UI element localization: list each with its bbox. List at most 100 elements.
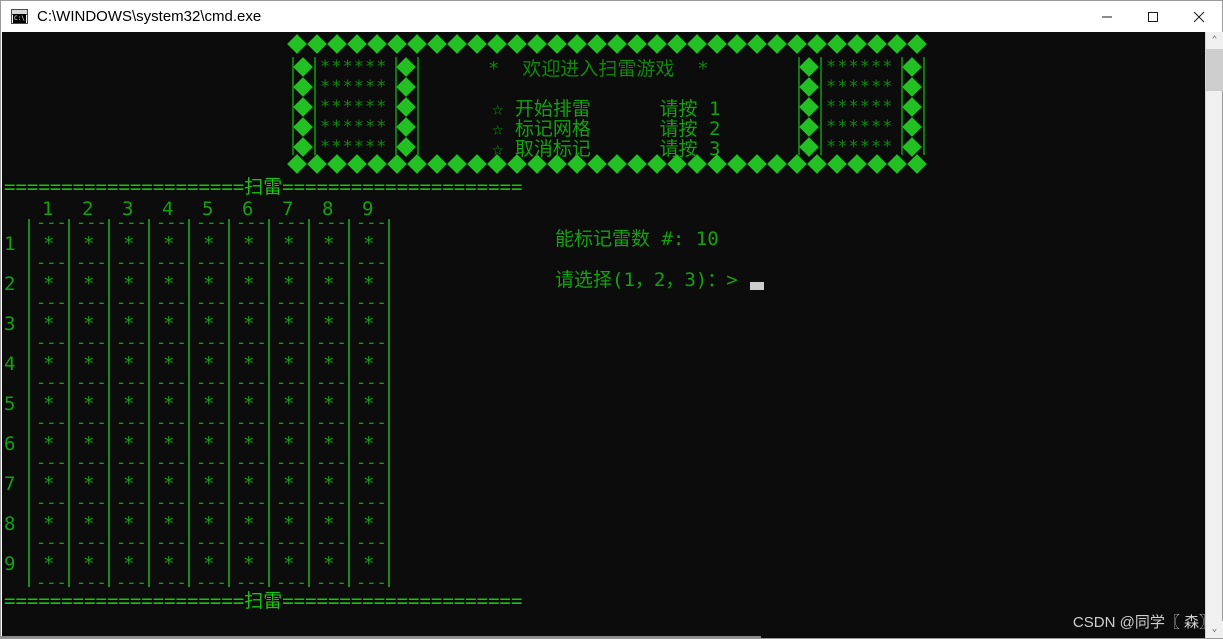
- grid-separator: ---: [356, 213, 387, 233]
- grid-separator: ---: [196, 453, 227, 473]
- grid-cell[interactable]: *: [243, 234, 254, 254]
- grid-cell[interactable]: *: [123, 394, 134, 414]
- grid-cell[interactable]: *: [43, 234, 54, 254]
- grid-cell[interactable]: *: [363, 434, 374, 454]
- grid-cell[interactable]: *: [363, 314, 374, 334]
- grid-cell[interactable]: *: [283, 354, 294, 374]
- vertical-scrollbar[interactable]: ⌃ ⌄: [1205, 32, 1223, 638]
- grid-cell[interactable]: *: [43, 354, 54, 374]
- grid-cell[interactable]: *: [163, 234, 174, 254]
- grid-cell[interactable]: *: [283, 554, 294, 574]
- grid-cell[interactable]: *: [323, 394, 334, 414]
- grid-cell[interactable]: *: [123, 514, 134, 534]
- grid-cell[interactable]: *: [83, 554, 94, 574]
- grid-cell[interactable]: *: [243, 554, 254, 574]
- console-output-area[interactable]: * * * * * * * * * * * * * * * * * * * * * * * * * * * * * * * * * * * * * * * *…: [2, 32, 1206, 638]
- grid-cell[interactable]: *: [43, 274, 54, 294]
- scrollbar-thumb[interactable]: [1206, 49, 1223, 91]
- grid-cell[interactable]: *: [123, 354, 134, 374]
- grid-cell[interactable]: *: [43, 474, 54, 494]
- grid-cell[interactable]: *: [243, 274, 254, 294]
- grid-cell[interactable]: *: [83, 394, 94, 414]
- grid-cell[interactable]: *: [203, 514, 214, 534]
- grid-vertical-line: [148, 219, 150, 587]
- grid-cell[interactable]: *: [283, 394, 294, 414]
- grid-cell[interactable]: *: [163, 314, 174, 334]
- grid-separator: ---: [156, 293, 187, 313]
- maximize-button[interactable]: [1130, 1, 1176, 32]
- grid-cell[interactable]: *: [363, 514, 374, 534]
- grid-cell[interactable]: *: [203, 354, 214, 374]
- grid-cell[interactable]: *: [243, 474, 254, 494]
- grid-cell[interactable]: *: [43, 514, 54, 534]
- menu-option-2[interactable]: ☆ 标记网格 请按 2: [492, 119, 720, 139]
- grid-cell[interactable]: *: [163, 474, 174, 494]
- grid-cell[interactable]: *: [283, 514, 294, 534]
- grid-cell[interactable]: *: [43, 394, 54, 414]
- grid-cell[interactable]: *: [203, 314, 214, 334]
- diamond-icon: [907, 154, 927, 174]
- title-bar[interactable]: C:\WINDOWS\system32\cmd.exe: [1, 1, 1222, 32]
- grid-cell[interactable]: *: [83, 234, 94, 254]
- grid-cell[interactable]: *: [363, 234, 374, 254]
- grid-cell[interactable]: *: [163, 434, 174, 454]
- grid-cell[interactable]: *: [123, 234, 134, 254]
- grid-cell[interactable]: *: [363, 474, 374, 494]
- grid-cell[interactable]: *: [203, 394, 214, 414]
- grid-cell[interactable]: *: [283, 434, 294, 454]
- grid-cell[interactable]: *: [323, 274, 334, 294]
- grid-cell[interactable]: *: [283, 234, 294, 254]
- grid-cell[interactable]: *: [203, 474, 214, 494]
- grid-cell[interactable]: *: [163, 274, 174, 294]
- grid-cell[interactable]: *: [283, 274, 294, 294]
- grid-cell[interactable]: *: [203, 554, 214, 574]
- grid-cell[interactable]: *: [323, 434, 334, 454]
- grid-cell[interactable]: *: [83, 354, 94, 374]
- grid-cell[interactable]: *: [363, 554, 374, 574]
- grid-cell[interactable]: *: [83, 314, 94, 334]
- grid-cell[interactable]: *: [123, 274, 134, 294]
- grid-cell[interactable]: *: [243, 394, 254, 414]
- grid-cell[interactable]: *: [323, 314, 334, 334]
- grid-cell[interactable]: *: [203, 434, 214, 454]
- grid-cell[interactable]: *: [243, 514, 254, 534]
- grid-cell[interactable]: *: [163, 554, 174, 574]
- grid-cell[interactable]: *: [363, 394, 374, 414]
- grid-cell[interactable]: *: [123, 554, 134, 574]
- menu-option-3[interactable]: ☆ 取消标记 请按 3: [492, 139, 720, 159]
- grid-cell[interactable]: *: [83, 274, 94, 294]
- grid-separator: ---: [356, 293, 387, 313]
- grid-cell[interactable]: *: [43, 314, 54, 334]
- grid-cell[interactable]: *: [43, 554, 54, 574]
- grid-cell[interactable]: *: [283, 474, 294, 494]
- scroll-up-button[interactable]: ⌃: [1206, 32, 1223, 49]
- grid-cell[interactable]: *: [163, 514, 174, 534]
- grid-cell[interactable]: *: [123, 434, 134, 454]
- diamond-border-row: [287, 34, 930, 54]
- grid-cell[interactable]: *: [123, 314, 134, 334]
- grid-cell[interactable]: *: [163, 394, 174, 414]
- grid-cell[interactable]: *: [243, 354, 254, 374]
- grid-cell[interactable]: *: [163, 354, 174, 374]
- minimize-button[interactable]: [1084, 1, 1130, 32]
- grid-cell[interactable]: *: [323, 514, 334, 534]
- grid-cell[interactable]: *: [363, 274, 374, 294]
- menu-option-1[interactable]: ☆ 开始排雷 请按 1: [492, 99, 720, 119]
- grid-cell[interactable]: *: [283, 314, 294, 334]
- grid-cell[interactable]: *: [323, 474, 334, 494]
- grid-cell[interactable]: *: [83, 434, 94, 454]
- grid-cell[interactable]: *: [243, 434, 254, 454]
- grid-cell[interactable]: *: [243, 314, 254, 334]
- grid-cell[interactable]: *: [323, 354, 334, 374]
- grid-cell[interactable]: *: [323, 554, 334, 574]
- close-button[interactable]: [1176, 1, 1222, 32]
- grid-cell[interactable]: *: [363, 354, 374, 374]
- grid-cell[interactable]: *: [323, 234, 334, 254]
- grid-cell[interactable]: *: [123, 474, 134, 494]
- grid-cell[interactable]: *: [83, 514, 94, 534]
- grid-cell[interactable]: *: [83, 474, 94, 494]
- grid-cell[interactable]: *: [203, 274, 214, 294]
- grid-cell[interactable]: *: [43, 434, 54, 454]
- grid-cell[interactable]: *: [203, 234, 214, 254]
- grid-separator: ---: [36, 253, 67, 273]
